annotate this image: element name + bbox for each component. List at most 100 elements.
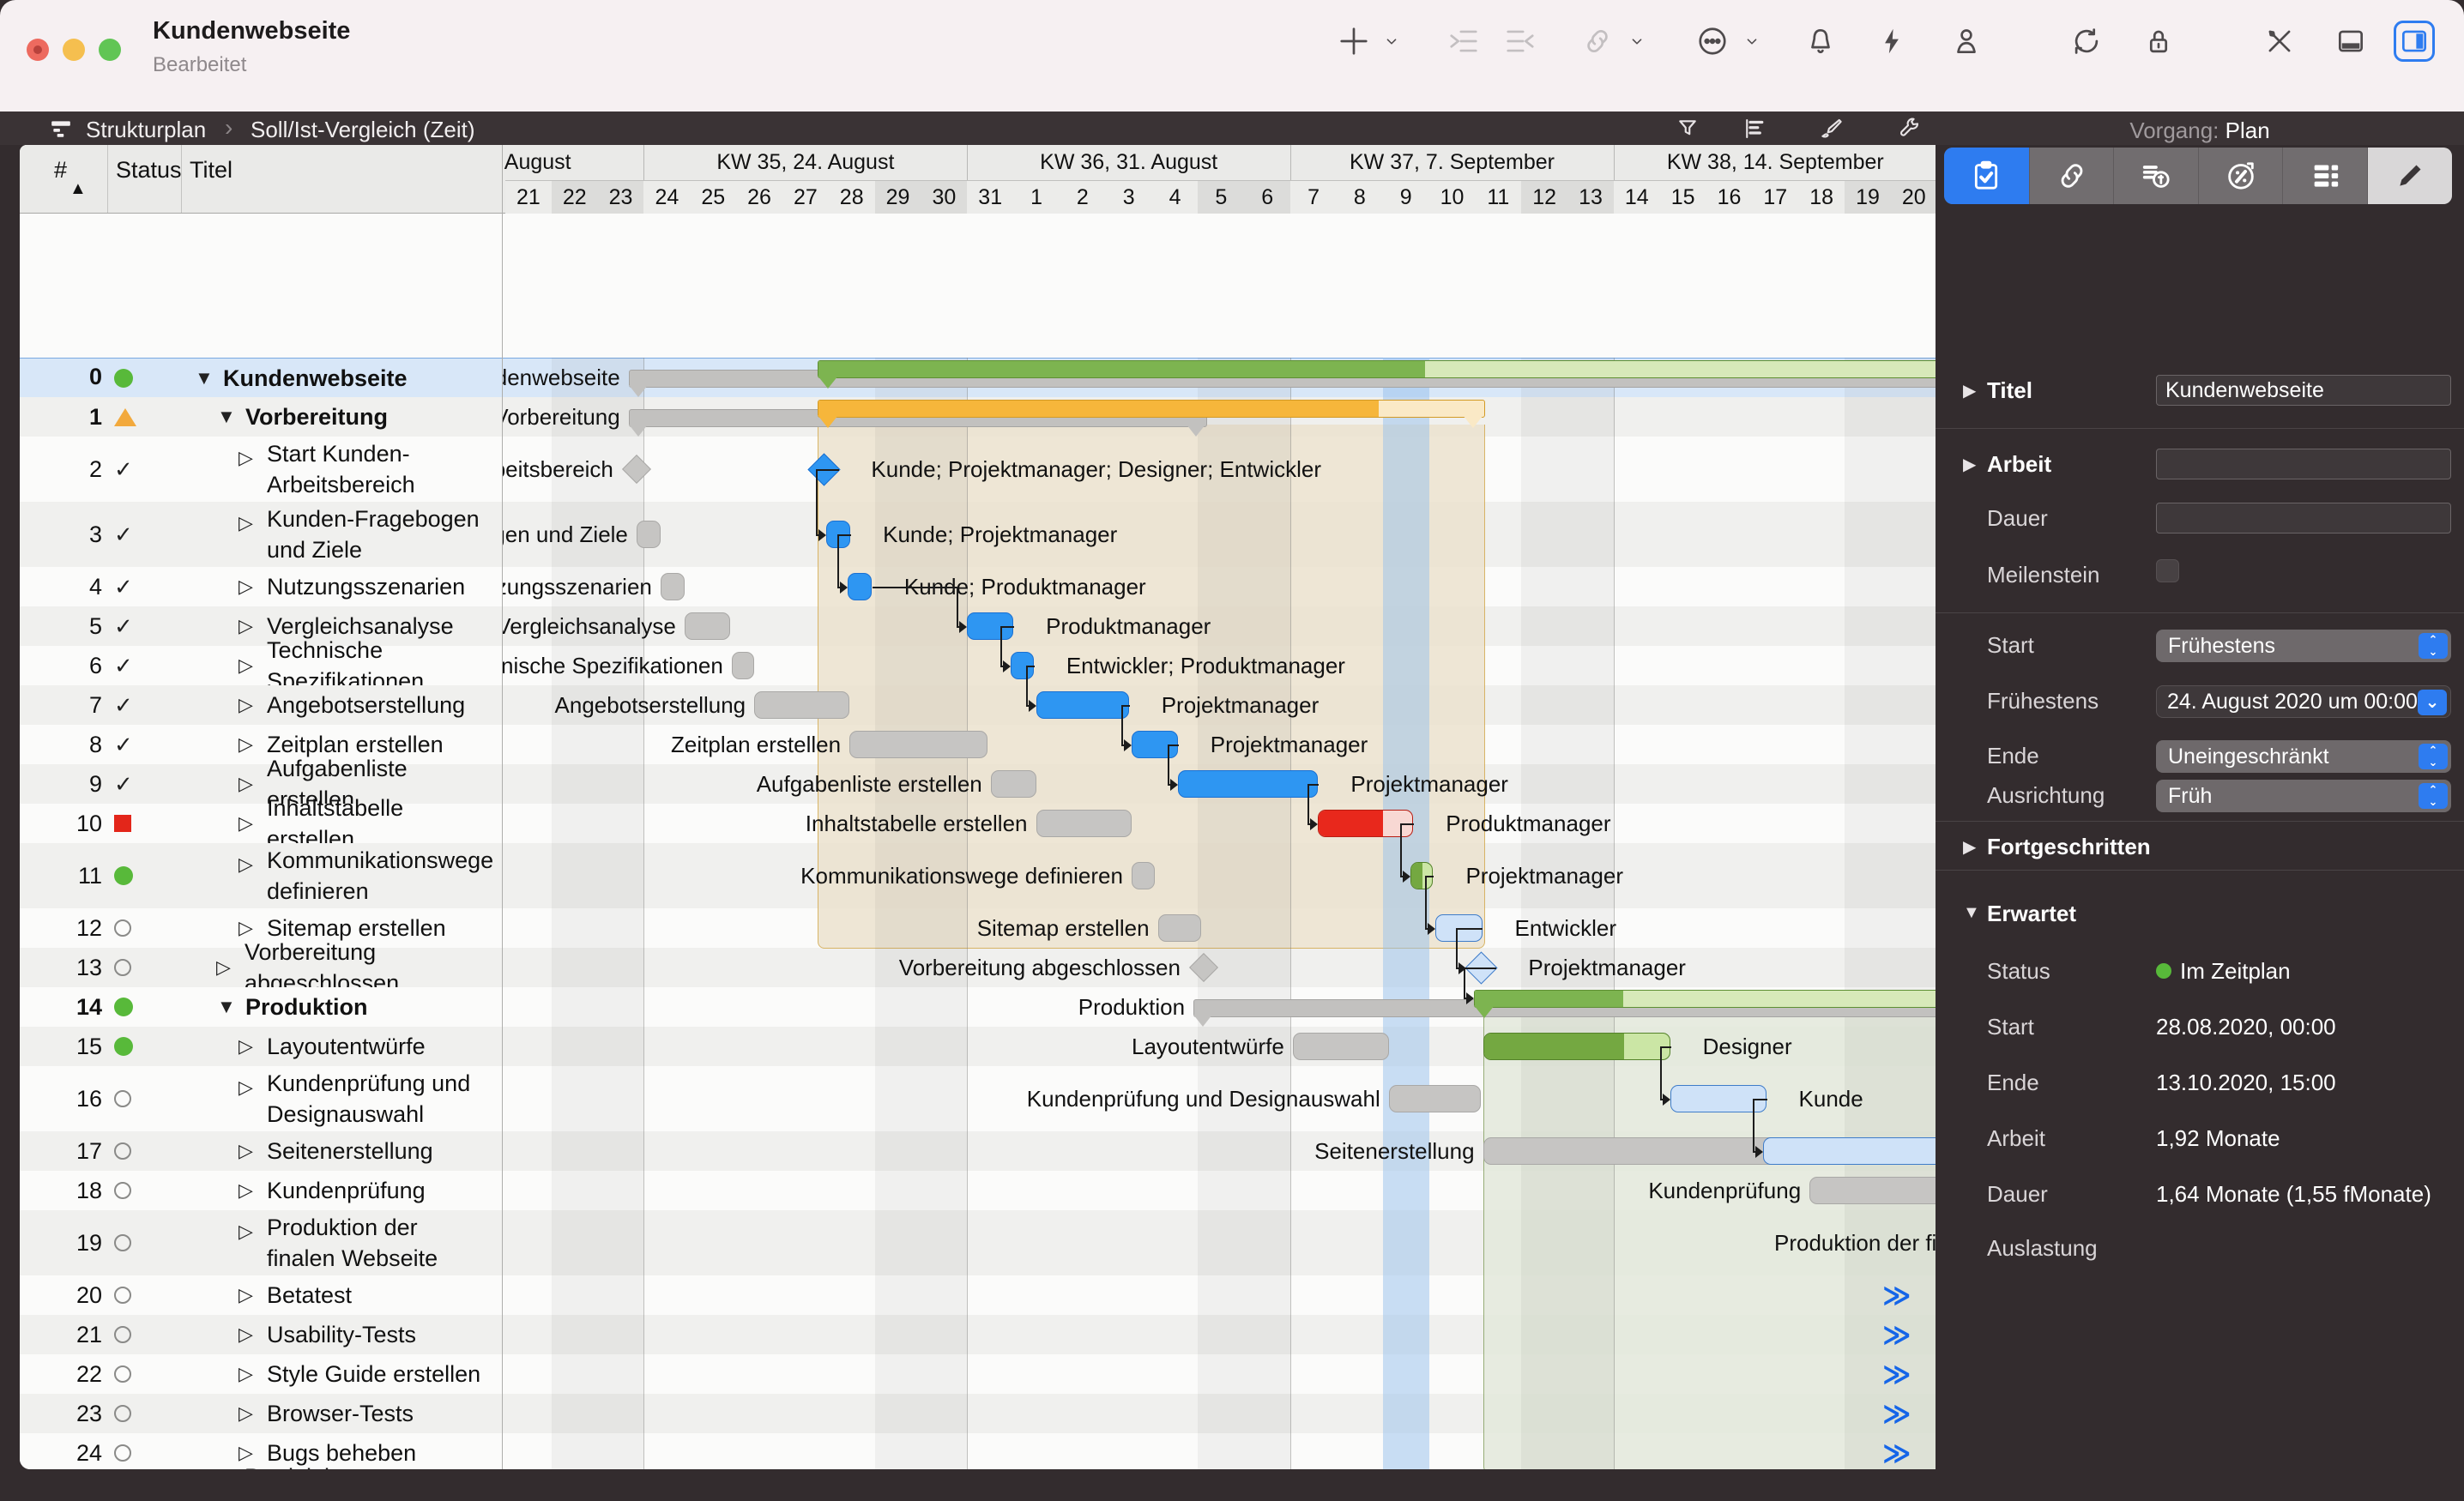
table-row[interactable]: 0▼Kundenwebseite — [20, 358, 502, 400]
expand-icon[interactable]: ▷ — [239, 1066, 253, 1109]
popup-start[interactable]: Frühestens⌃⌄ — [2156, 630, 2451, 662]
day-header-cell: 7 — [1290, 180, 1338, 214]
inspector-tab-link[interactable] — [2029, 148, 2115, 204]
table-row[interactable]: 20▷Betatest — [20, 1275, 502, 1315]
bar-left-label: Technische Spezifikationen — [503, 646, 723, 685]
continuation-chevrons[interactable]: ≫ — [1882, 1354, 1911, 1394]
input-field-titel[interactable]: Kundenwebseite — [2156, 375, 2451, 406]
weekend-stripe — [1198, 358, 1244, 1469]
expand-icon[interactable]: ▷ — [239, 567, 253, 606]
tools-icon[interactable] — [2263, 25, 2296, 57]
close-button[interactable] — [27, 39, 49, 61]
panel-bottom-icon[interactable] — [2334, 25, 2367, 57]
input-field-arbeit[interactable] — [2156, 449, 2451, 479]
column-header-num[interactable]: # — [54, 157, 67, 184]
expand-icon[interactable]: ▷ — [239, 606, 253, 646]
table-row[interactable]: 23▷Browser-Tests — [20, 1394, 502, 1433]
column-header-title[interactable]: Titel — [190, 157, 233, 184]
popup-stepper[interactable]: ⌄ — [2418, 690, 2447, 715]
continuation-chevrons[interactable]: ≫ — [1882, 1275, 1911, 1315]
disclosure-closed-icon[interactable]: ▶ — [1963, 454, 1976, 475]
chevron-down-icon[interactable] — [1382, 32, 1401, 51]
table-row[interactable]: 13▷Vorbereitung abgeschlossen — [20, 948, 502, 987]
milestone-checkbox[interactable] — [2156, 559, 2179, 582]
collapse-icon[interactable]: ▼ — [217, 397, 236, 437]
table-row[interactable]: 3✓▷Kunden-Fragebogen und Ziele — [20, 502, 502, 567]
brush-icon[interactable] — [1819, 116, 1845, 142]
bell-icon[interactable] — [1804, 25, 1837, 57]
table-row[interactable]: 1▼Vorbereitung — [20, 397, 502, 437]
chevron-down-icon[interactable] — [1628, 32, 1646, 51]
expand-icon[interactable]: ▷ — [239, 843, 253, 886]
expand-icon[interactable]: ▷ — [239, 1394, 253, 1433]
expand-icon[interactable]: ▷ — [239, 1275, 253, 1315]
bolt-icon[interactable] — [1875, 25, 1908, 57]
expand-icon[interactable]: ▷ — [239, 685, 253, 725]
continuation-chevrons[interactable]: ≫ — [1882, 1394, 1911, 1433]
expand-icon[interactable]: ▷ — [239, 725, 253, 764]
table-row[interactable]: 11▷Kommunikationswege definieren — [20, 843, 502, 908]
expand-icon[interactable]: ▷ — [239, 1354, 253, 1394]
expand-icon[interactable]: ▷ — [239, 437, 253, 479]
popup-stepper[interactable]: ⌃⌄ — [2419, 744, 2448, 769]
inspector-tab-pencil[interactable] — [2367, 148, 2452, 204]
table-row[interactable]: 7✓▷Angebotserstellung — [20, 685, 502, 725]
expand-icon[interactable]: ▷ — [239, 646, 253, 685]
table-row[interactable]: 6✓▷Technische Spezifikationen — [20, 646, 502, 685]
breadcrumb-item-view[interactable]: Soll/Ist-Vergleich (Zeit) — [251, 117, 475, 143]
table-row[interactable]: 22▷Style Guide erstellen — [20, 1354, 502, 1394]
inspector-tab-finance[interactable] — [2113, 148, 2199, 204]
popup-ende[interactable]: Uneingeschränkt⌃⌄ — [2156, 740, 2451, 773]
table-row[interactable]: 17▷Seitenerstellung — [20, 1131, 502, 1171]
expand-icon[interactable]: ▷ — [239, 804, 253, 843]
expand-icon[interactable]: ▷ — [216, 948, 231, 987]
lock-icon[interactable] — [2142, 25, 2175, 57]
expand-icon[interactable]: ▷ — [239, 1210, 253, 1253]
popup-ausrichtung[interactable]: Früh⌃⌄ — [2156, 780, 2451, 812]
minimize-button[interactable] — [63, 39, 85, 61]
continuation-chevrons[interactable]: ≫ — [1882, 1433, 1911, 1469]
disclosure-open-icon[interactable]: ▼ — [1963, 903, 1980, 923]
expand-icon[interactable]: ▷ — [239, 764, 253, 804]
task-title: Produktion — [245, 987, 492, 1027]
input-field-dauer[interactable] — [2156, 503, 2451, 533]
table-row[interactable]: 2✓▷Start Kunden-Arbeitsbereich — [20, 437, 502, 502]
expand-icon[interactable]: ▷ — [239, 1315, 253, 1354]
chevron-down-icon[interactable] — [1742, 32, 1761, 51]
table-row[interactable]: 18▷Kundenprüfung — [20, 1171, 502, 1210]
disclosure-closed-icon[interactable]: ▶ — [1963, 836, 1976, 858]
sync-icon[interactable] — [2070, 25, 2103, 57]
continuation-chevrons[interactable]: ≫ — [1882, 1315, 1911, 1354]
disclosure-closed-icon[interactable]: ▶ — [1963, 380, 1976, 401]
inspector-tab-clock-percent[interactable] — [2198, 148, 2284, 204]
inspector-tab-clipboard-check[interactable] — [1944, 148, 2029, 204]
filter-icon[interactable] — [1675, 116, 1700, 142]
popup-stepper[interactable]: ⌃⌄ — [2419, 633, 2448, 659]
breadcrumb-item-strukturplan[interactable]: Strukturplan — [86, 117, 206, 143]
outline-icon[interactable] — [1742, 116, 1767, 142]
expand-icon[interactable]: ▷ — [239, 1027, 253, 1066]
table-row[interactable]: 15▷Layoutentwürfe — [20, 1027, 502, 1066]
zoom-button[interactable] — [99, 39, 121, 61]
popup-stepper[interactable]: ⌃⌄ — [2419, 783, 2448, 809]
plus-icon[interactable] — [1338, 25, 1370, 57]
expand-icon[interactable]: ▷ — [239, 1171, 253, 1210]
expand-icon[interactable]: ▷ — [239, 502, 253, 545]
expand-icon[interactable]: ▷ — [239, 1131, 253, 1171]
wrench-icon[interactable] — [1896, 116, 1922, 142]
collapse-icon[interactable]: ▼ — [195, 359, 214, 398]
table-row[interactable]: 14▼Produktion — [20, 987, 502, 1027]
table-row[interactable]: 19▷Produktion der finalen Webseite — [20, 1210, 502, 1275]
section-separator — [1936, 428, 2464, 429]
collapse-icon[interactable]: ▼ — [217, 987, 236, 1027]
column-header-status[interactable]: Status — [116, 157, 182, 184]
datefield-frühestens[interactable]: 24. August 2020 um 00:00⌄ — [2156, 685, 2451, 718]
person-icon[interactable] — [1950, 25, 1983, 57]
more-circle-icon[interactable] — [1696, 25, 1729, 57]
table-row[interactable]: 21▷Usability-Tests — [20, 1315, 502, 1354]
table-row[interactable]: 4✓▷Nutzungsszenarien — [20, 567, 502, 606]
panel-right-icon[interactable] — [2398, 25, 2431, 57]
table-row[interactable]: 10▷Inhaltstabelle erstellen — [20, 804, 502, 843]
inspector-tab-rows[interactable] — [2282, 148, 2368, 204]
table-row[interactable]: 16▷Kundenprüfung und Designauswahl — [20, 1066, 502, 1131]
